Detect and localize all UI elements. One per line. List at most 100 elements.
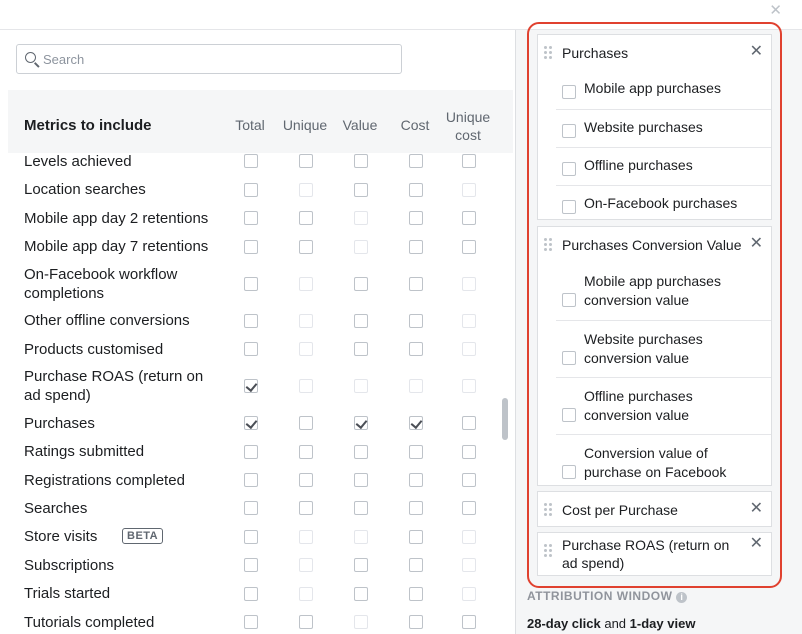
metric-checkbox-value[interactable] (354, 501, 368, 515)
metric-checkbox-unique-cost[interactable] (462, 445, 476, 459)
metric-label: Mobile app day 7 retentions (24, 238, 209, 255)
metric-checkbox-unique-cost[interactable] (462, 416, 476, 430)
metric-checkbox-cost[interactable] (409, 615, 423, 629)
metric-checkbox-cost[interactable] (409, 416, 423, 430)
table-row: Purchases (8, 409, 513, 437)
metric-checkbox-unique[interactable] (299, 416, 313, 430)
attribution-value: 28-day click and 1-day view (527, 616, 695, 631)
metric-checkbox-total[interactable] (244, 183, 258, 197)
metric-checkbox-cost[interactable] (409, 501, 423, 515)
metric-checkbox-total[interactable] (244, 558, 258, 572)
search-placeholder: Search (43, 52, 85, 67)
metric-checkbox-cost[interactable] (409, 445, 423, 459)
column-total: Total (235, 117, 265, 133)
metric-label: Subscriptions (24, 557, 115, 574)
metric-checkbox-cost[interactable] (409, 587, 423, 601)
metric-checkbox-total[interactable] (244, 587, 258, 601)
metric-checkbox-value[interactable] (354, 342, 368, 356)
metric-checkbox-value[interactable] (354, 154, 368, 168)
metric-checkbox-unique[interactable] (299, 501, 313, 515)
metric-checkbox-total[interactable] (244, 615, 258, 629)
metric-label: Levels achieved (24, 153, 132, 170)
table-row: Store visits BETA (8, 522, 513, 551)
attribution-joiner: and (604, 616, 627, 631)
metric-checkbox-unique-cost[interactable] (462, 211, 476, 225)
metric-checkbox-value[interactable] (354, 445, 368, 459)
metric-checkbox-total[interactable] (244, 240, 258, 254)
metric-checkbox-unique[interactable] (299, 211, 313, 225)
metric-checkbox-total[interactable] (244, 379, 258, 393)
search-icon (25, 52, 36, 63)
metric-checkbox-cost[interactable] (409, 154, 423, 168)
metric-checkbox-total[interactable] (244, 530, 258, 544)
metric-label: Tutorials completed (24, 614, 155, 631)
metric-label: Other offline conversions (24, 312, 190, 329)
metric-checkbox-unique-cost[interactable] (462, 473, 476, 487)
metric-checkbox-total[interactable] (244, 416, 258, 430)
metric-checkbox-cost[interactable] (409, 314, 423, 328)
attribution-heading: ATTRIBUTION WINDOW i (527, 589, 688, 603)
metric-checkbox-total[interactable] (244, 277, 258, 291)
metric-checkbox-value (354, 530, 368, 544)
metric-checkbox-total[interactable] (244, 154, 258, 168)
table-row: Other offline conversions (8, 306, 513, 335)
table-row: On-Facebook workflow completions (8, 261, 513, 306)
info-icon[interactable]: i (676, 592, 688, 603)
search-input[interactable]: Search (16, 44, 402, 74)
table-row: Tutorials completed (8, 608, 513, 634)
metric-checkbox-total[interactable] (244, 314, 258, 328)
table-row: Products customised (8, 335, 513, 363)
metric-checkbox-unique[interactable] (299, 445, 313, 459)
table-row: Registrations completed (8, 466, 513, 494)
column-cost: Cost (400, 117, 430, 133)
highlight-frame (527, 22, 782, 588)
metric-checkbox-unique (299, 314, 313, 328)
metric-checkbox-cost[interactable] (409, 240, 423, 254)
metric-checkbox-cost[interactable] (409, 211, 423, 225)
metric-checkbox-cost[interactable] (409, 342, 423, 356)
metric-checkbox-value[interactable] (354, 314, 368, 328)
metric-checkbox-total[interactable] (244, 473, 258, 487)
metric-checkbox-unique-cost[interactable] (462, 154, 476, 168)
metric-checkbox-unique-cost[interactable] (462, 501, 476, 515)
metric-checkbox-value (354, 615, 368, 629)
attribution-click: 28-day click (527, 616, 601, 631)
metric-checkbox-total[interactable] (244, 211, 258, 225)
metric-checkbox-unique[interactable] (299, 154, 313, 168)
metric-checkbox-unique[interactable] (299, 240, 313, 254)
close-icon[interactable]: ✕ (769, 2, 782, 20)
metric-checkbox-total[interactable] (244, 501, 258, 515)
metric-checkbox-cost[interactable] (409, 530, 423, 544)
metric-checkbox-value[interactable] (354, 558, 368, 572)
metric-checkbox-unique (299, 530, 313, 544)
metric-checkbox-value[interactable] (354, 416, 368, 430)
metric-checkbox-value[interactable] (354, 587, 368, 601)
metric-checkbox-value[interactable] (354, 277, 368, 291)
metric-checkbox-unique[interactable] (299, 473, 313, 487)
metric-checkbox-unique-cost (462, 342, 476, 356)
metric-checkbox-unique-cost (462, 277, 476, 291)
metric-label: Ratings submitted (24, 443, 145, 460)
metric-checkbox-unique (299, 183, 313, 197)
metric-checkbox-cost[interactable] (409, 277, 423, 291)
metric-checkbox-unique (299, 277, 313, 291)
metric-checkbox-value (354, 240, 368, 254)
metric-label: Searches (24, 500, 88, 517)
metric-checkbox-value (354, 379, 368, 393)
metric-checkbox-unique-cost[interactable] (462, 615, 476, 629)
metric-label: Products customised (24, 341, 164, 358)
metric-checkbox-value[interactable] (354, 183, 368, 197)
metric-checkbox-total[interactable] (244, 342, 258, 356)
metric-checkbox-unique (299, 558, 313, 572)
beta-badge: BETA (122, 528, 164, 544)
metric-checkbox-unique-cost[interactable] (462, 240, 476, 254)
metric-checkbox-cost[interactable] (409, 473, 423, 487)
metric-checkbox-total[interactable] (244, 445, 258, 459)
metric-checkbox-value[interactable] (354, 473, 368, 487)
scrollbar[interactable] (502, 398, 508, 440)
metric-checkbox-unique-cost (462, 530, 476, 544)
metric-checkbox-unique[interactable] (299, 615, 313, 629)
metric-checkbox-cost[interactable] (409, 183, 423, 197)
column-value: Value (342, 117, 378, 133)
metric-checkbox-cost[interactable] (409, 558, 423, 572)
